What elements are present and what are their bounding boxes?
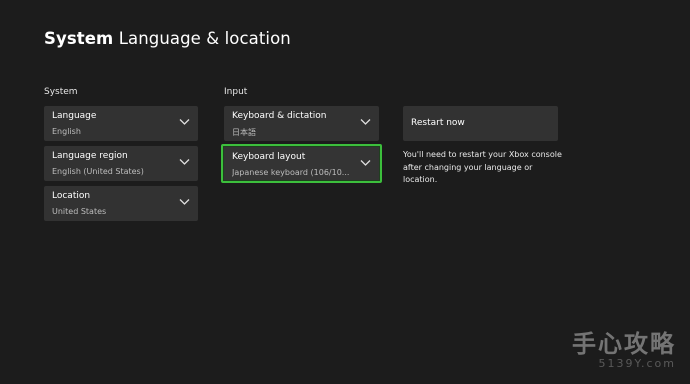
keyboard-dictation-label: Keyboard & dictation: [232, 111, 327, 121]
keyboard-layout-label: Keyboard layout: [232, 152, 306, 162]
restart-now-label: Restart now: [411, 118, 465, 128]
keyboard-dictation-dropdown[interactable]: Keyboard & dictation 日本語: [224, 106, 379, 141]
chevron-down-icon: [360, 119, 371, 125]
restart-note: You'll need to restart your Xbox console…: [403, 150, 562, 184]
language-value: English: [52, 127, 81, 136]
section-label-system: System: [44, 87, 78, 97]
title-system: System: [44, 29, 114, 48]
chevron-down-icon: [179, 159, 190, 165]
language-label: Language: [52, 111, 97, 121]
location-value: United States: [52, 207, 107, 216]
restart-now-button[interactable]: Restart now: [403, 106, 558, 141]
keyboard-layout-dropdown[interactable]: Keyboard layout Japanese keyboard (106/1…: [221, 144, 382, 183]
keyboard-layout-value: Japanese keyboard (106/10...: [232, 168, 350, 177]
chevron-down-icon: [179, 199, 190, 205]
chevron-down-icon: [179, 119, 190, 125]
section-label-input: Input: [224, 87, 248, 97]
language-region-value: English (United States): [52, 167, 144, 176]
language-dropdown[interactable]: Language English: [44, 106, 198, 141]
language-region-label: Language region: [52, 151, 128, 161]
title-language-location: Language & location: [118, 29, 291, 48]
chevron-down-icon: [360, 160, 371, 166]
watermark: 手心攻略 5139Y.com: [572, 324, 676, 370]
watermark-main: 手心攻略: [572, 330, 676, 358]
location-label: Location: [52, 191, 91, 201]
keyboard-dictation-value: 日本語: [232, 128, 256, 137]
language-region-dropdown[interactable]: Language region English (United States): [44, 146, 198, 181]
page-title: System Language & location: [44, 29, 291, 48]
location-dropdown[interactable]: Location United States: [44, 186, 198, 221]
